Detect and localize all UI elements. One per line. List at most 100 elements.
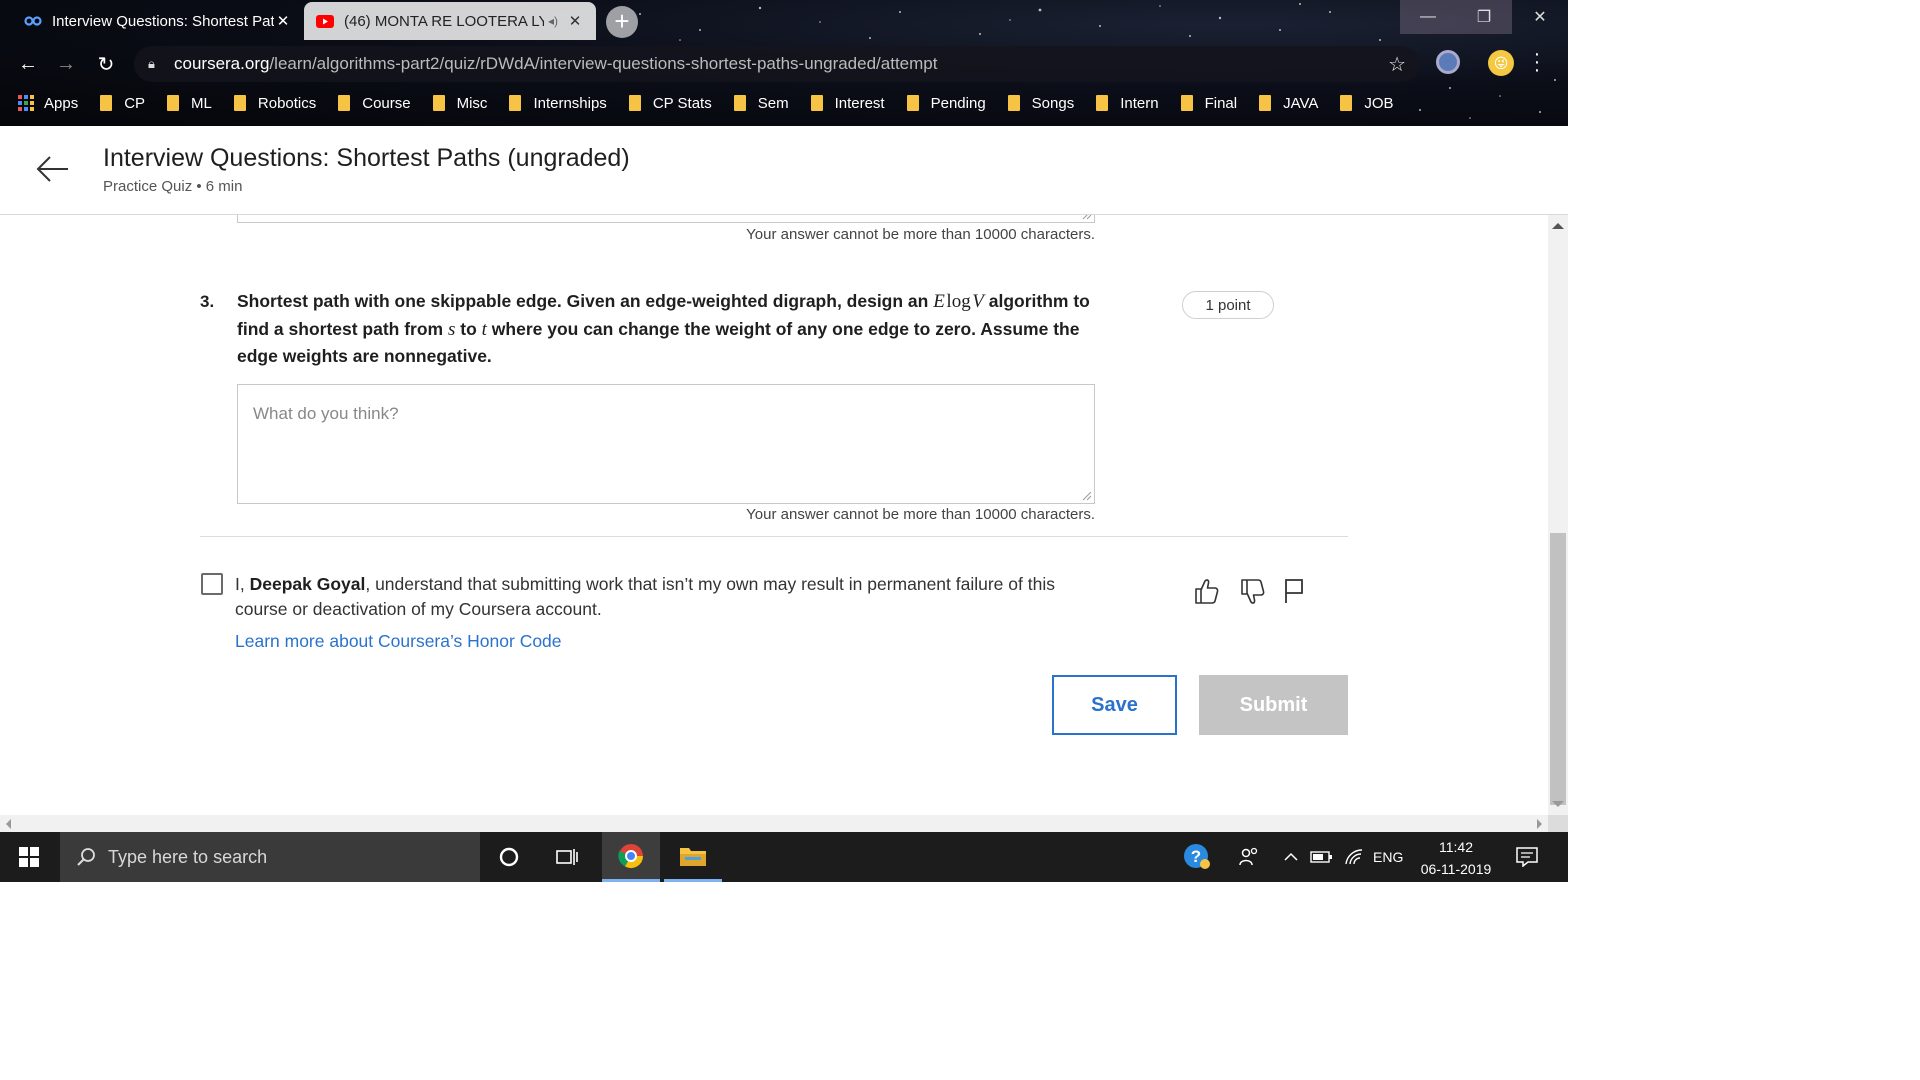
bookmark-label: Course: [362, 94, 411, 112]
windows-start-icon[interactable]: [0, 832, 58, 882]
bookmarks-bar: Apps CP ML Robotics Course Misc Internsh…: [0, 90, 1568, 116]
bookmark-course[interactable]: Course: [338, 94, 411, 112]
tab-youtube[interactable]: (46) MONTA RE LOOTERA LY ◂) ✕: [304, 2, 596, 40]
cortana-icon[interactable]: [480, 832, 538, 882]
folder-icon: [1096, 95, 1109, 111]
bookmark-label: Pending: [930, 94, 986, 112]
resize-handle-icon[interactable]: [1082, 215, 1092, 220]
thumbs-up-icon[interactable]: [1193, 577, 1219, 605]
new-tab-button[interactable]: +: [606, 6, 638, 38]
question-number: 3.: [200, 292, 215, 311]
restore-icon[interactable]: ❐: [1456, 0, 1512, 34]
bookmark-misc[interactable]: Misc: [432, 95, 487, 112]
search-placeholder: Type here to search: [108, 846, 268, 867]
bookmark-pending[interactable]: Pending: [906, 94, 986, 112]
close-icon[interactable]: ✕: [274, 12, 292, 30]
language-indicator[interactable]: ENG: [1373, 832, 1403, 882]
previous-answer-field[interactable]: [237, 215, 1095, 223]
honor-code-link[interactable]: Learn more about Coursera’s Honor Code: [235, 631, 562, 652]
apps-grid-icon: [18, 95, 34, 111]
answer-textarea[interactable]: What do you think?: [237, 384, 1095, 504]
bookmark-star-icon[interactable]: ☆: [1388, 52, 1406, 77]
clock-date: 06-11-2019: [1420, 861, 1492, 877]
math-v: V: [972, 291, 984, 312]
people-icon[interactable]: [1238, 832, 1260, 882]
divider: [200, 536, 1348, 537]
coursera-icon: [24, 14, 42, 28]
bookmark-label: CP Stats: [652, 94, 712, 112]
quiz-content: Your answer cannot be more than 10000 ch…: [0, 215, 1548, 815]
task-view-icon[interactable]: [538, 832, 596, 882]
page-title: Interview Questions: Shortest Paths (ung…: [103, 144, 630, 172]
window-controls: — ❐ ✕: [1400, 0, 1568, 34]
browser-chrome: Interview Questions: Shortest Pat ✕ (46)…: [0, 0, 1568, 126]
svg-text:?: ?: [1191, 847, 1201, 866]
close-icon[interactable]: ✕: [566, 12, 584, 30]
bookmark-robotics[interactable]: Robotics: [233, 94, 317, 112]
bookmark-interest[interactable]: Interest: [810, 95, 885, 112]
scroll-up-icon[interactable]: [1552, 223, 1564, 229]
flag-icon[interactable]: [1282, 577, 1308, 605]
folder-icon: [1007, 95, 1020, 111]
save-button[interactable]: Save: [1052, 675, 1177, 735]
question-text-part: to: [455, 318, 482, 339]
bookmark-label: Robotics: [257, 94, 317, 112]
reload-icon[interactable]: ↻: [92, 50, 120, 78]
notifications-icon[interactable]: [1516, 832, 1538, 882]
speaker-icon[interactable]: ◂): [544, 14, 562, 28]
forward-icon[interactable]: →: [52, 50, 80, 78]
file-explorer-icon[interactable]: [664, 832, 722, 882]
scrollbar-thumb[interactable]: [1550, 533, 1566, 805]
bookmark-ml[interactable]: ML: [167, 95, 212, 112]
bookmark-cp-stats[interactable]: CP Stats: [628, 94, 712, 112]
horizontal-scrollbar[interactable]: [0, 815, 1548, 832]
bookmark-sem[interactable]: Sem: [733, 95, 789, 112]
scroll-left-icon[interactable]: [6, 819, 11, 829]
scroll-down-icon[interactable]: [1552, 801, 1564, 807]
extension-icon[interactable]: [1436, 50, 1460, 74]
folder-icon: [509, 95, 522, 111]
taskbar-search[interactable]: Type here to search: [60, 832, 480, 882]
bookmark-intern[interactable]: Intern: [1096, 94, 1159, 112]
back-arrow-icon[interactable]: [34, 154, 70, 184]
bookmark-cp[interactable]: CP: [100, 95, 145, 112]
back-icon[interactable]: ←: [14, 50, 42, 78]
bookmark-label: Apps: [44, 94, 79, 112]
menu-icon[interactable]: · · ·: [1532, 44, 1542, 80]
tab-coursera[interactable]: Interview Questions: Shortest Pat ✕: [12, 2, 304, 40]
profile-avatar[interactable]: 😜: [1488, 50, 1514, 76]
bookmark-label: Intern: [1120, 94, 1159, 112]
char-limit-hint: Your answer cannot be more than 10000 ch…: [746, 226, 1095, 243]
bookmark-final[interactable]: Final: [1180, 94, 1238, 112]
minimize-icon[interactable]: —: [1400, 0, 1456, 34]
resize-handle-icon[interactable]: [1082, 491, 1092, 501]
browser-toolbar: ← → ↻ 🔒︎ coursera.org /learn/algorithms-…: [0, 46, 1568, 82]
chrome-icon[interactable]: [602, 832, 660, 882]
bookmark-label: Final: [1204, 94, 1238, 112]
bookmark-songs[interactable]: Songs: [1007, 95, 1074, 112]
submit-button[interactable]: Submit: [1199, 675, 1348, 735]
chevron-up-icon[interactable]: [1284, 832, 1298, 882]
vertical-scrollbar[interactable]: [1548, 215, 1568, 815]
help-icon[interactable]: ?: [1182, 832, 1212, 882]
folder-icon: [233, 95, 246, 111]
scrollbar-corner: [1548, 815, 1568, 832]
tab-strip: Interview Questions: Shortest Pat ✕ (46)…: [0, 0, 1568, 42]
battery-icon[interactable]: [1310, 832, 1334, 882]
thumbs-down-icon[interactable]: [1239, 577, 1265, 605]
bookmark-java[interactable]: JAVA: [1259, 95, 1318, 112]
url-path: /learn/algorithms-part2/quiz/rDWdA/inter…: [269, 54, 938, 73]
bookmark-apps[interactable]: Apps: [18, 95, 78, 112]
address-bar[interactable]: 🔒︎ coursera.org /learn/algorithms-part2/…: [134, 46, 1420, 82]
clock[interactable]: 11:42 06-11-2019: [1412, 836, 1500, 880]
bookmark-label: JAVA: [1283, 94, 1319, 112]
bookmark-internships[interactable]: Internships: [509, 95, 607, 112]
math-log-text: log: [946, 291, 971, 312]
wifi-icon[interactable]: [1344, 832, 1364, 882]
bookmark-job[interactable]: JOB: [1340, 95, 1394, 112]
close-window-icon[interactable]: ✕: [1512, 0, 1568, 34]
folder-icon: [628, 95, 641, 111]
scroll-right-icon[interactable]: [1537, 819, 1542, 829]
folder-icon: [100, 95, 113, 111]
honor-code-checkbox[interactable]: [201, 573, 223, 595]
